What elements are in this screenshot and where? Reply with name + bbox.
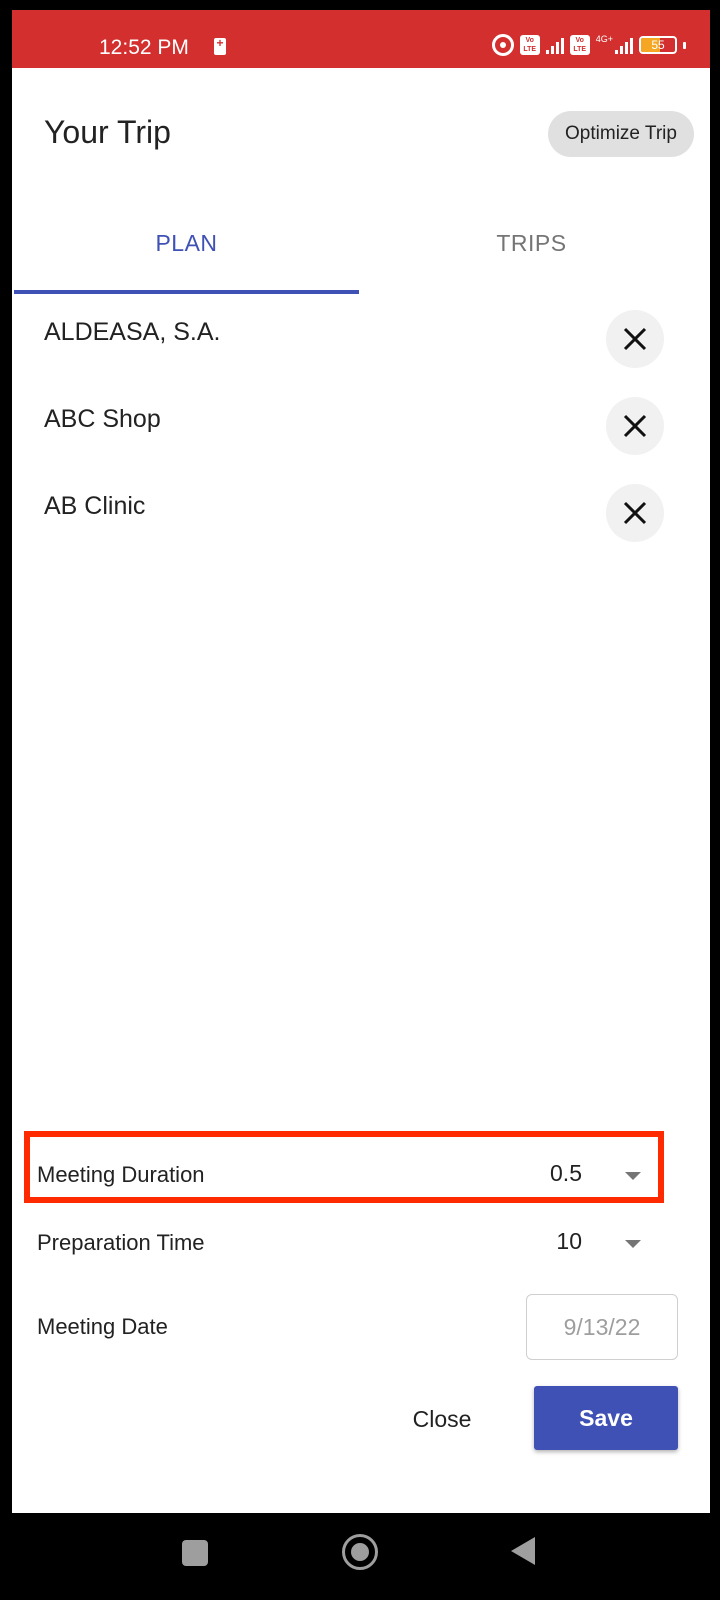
tab-trips[interactable]: TRIPS xyxy=(359,200,704,294)
remove-stop-button[interactable] xyxy=(606,484,664,542)
meeting-date-input[interactable] xyxy=(526,1294,678,1360)
signal-icon xyxy=(615,36,633,54)
chevron-down-icon xyxy=(625,1240,641,1248)
page-title: Your Trip xyxy=(44,114,171,150)
network-type: 4G+ xyxy=(595,34,613,44)
remove-stop-button[interactable] xyxy=(606,310,664,368)
volte-icon: Vo LTE xyxy=(519,35,540,55)
stop-name: ABC Shop xyxy=(44,405,161,433)
list-item: ABC Shop xyxy=(12,387,710,474)
chevron-down-icon xyxy=(625,1172,641,1180)
battery-level: 55 xyxy=(651,38,665,52)
navigation-bar xyxy=(0,1513,720,1600)
home-icon[interactable] xyxy=(342,1534,378,1570)
status-time: 12:52 PM xyxy=(99,36,189,59)
preparation-time-dropdown[interactable]: Preparation Time 10 xyxy=(12,1216,710,1276)
tab-bar: PLAN TRIPS xyxy=(14,200,704,294)
status-icons: Vo LTE Vo LTE 4G+ 55 xyxy=(491,34,686,56)
meeting-duration-value: 0.5 xyxy=(550,1160,582,1186)
recents-icon[interactable] xyxy=(182,1540,208,1566)
remove-stop-button[interactable] xyxy=(606,397,664,455)
status-bar: 12:52 PM VoLTE VoLTE 4G+ 55 xyxy=(12,10,710,68)
battery-saver-icon xyxy=(214,36,226,55)
preparation-time-value: 10 xyxy=(556,1228,582,1254)
preparation-time-label: Preparation Time xyxy=(37,1230,205,1255)
tab-plan[interactable]: PLAN xyxy=(14,200,359,294)
save-button[interactable]: Save xyxy=(534,1386,678,1450)
list-item: ALDEASA, S.A. xyxy=(12,300,710,387)
app-screen: 12:52 PM VoLTE VoLTE 4G+ 55 Your Trip Op… xyxy=(12,10,710,1513)
close-icon xyxy=(623,414,647,438)
volte-icon: Vo LTE xyxy=(569,35,590,55)
alarm-icon xyxy=(491,34,514,56)
battery-tip xyxy=(683,41,686,49)
back-icon[interactable] xyxy=(511,1537,535,1565)
list-item: AB Clinic xyxy=(12,474,710,561)
signal-icon xyxy=(545,36,564,54)
stop-name: ALDEASA, S.A. xyxy=(44,318,221,346)
battery-icon: 55 xyxy=(639,36,677,54)
meeting-duration-dropdown[interactable]: Meeting Duration 0.5 xyxy=(12,1148,710,1208)
meeting-duration-label: Meeting Duration xyxy=(37,1162,205,1187)
close-icon xyxy=(623,327,647,351)
meeting-date-label: Meeting Date xyxy=(37,1314,168,1339)
stop-list: ALDEASA, S.A. ABC Shop AB Clinic xyxy=(12,300,710,561)
close-button[interactable]: Close xyxy=(392,1388,492,1450)
stop-name: AB Clinic xyxy=(44,492,146,520)
close-icon xyxy=(623,501,647,525)
optimize-trip-button[interactable]: Optimize Trip xyxy=(548,111,694,157)
